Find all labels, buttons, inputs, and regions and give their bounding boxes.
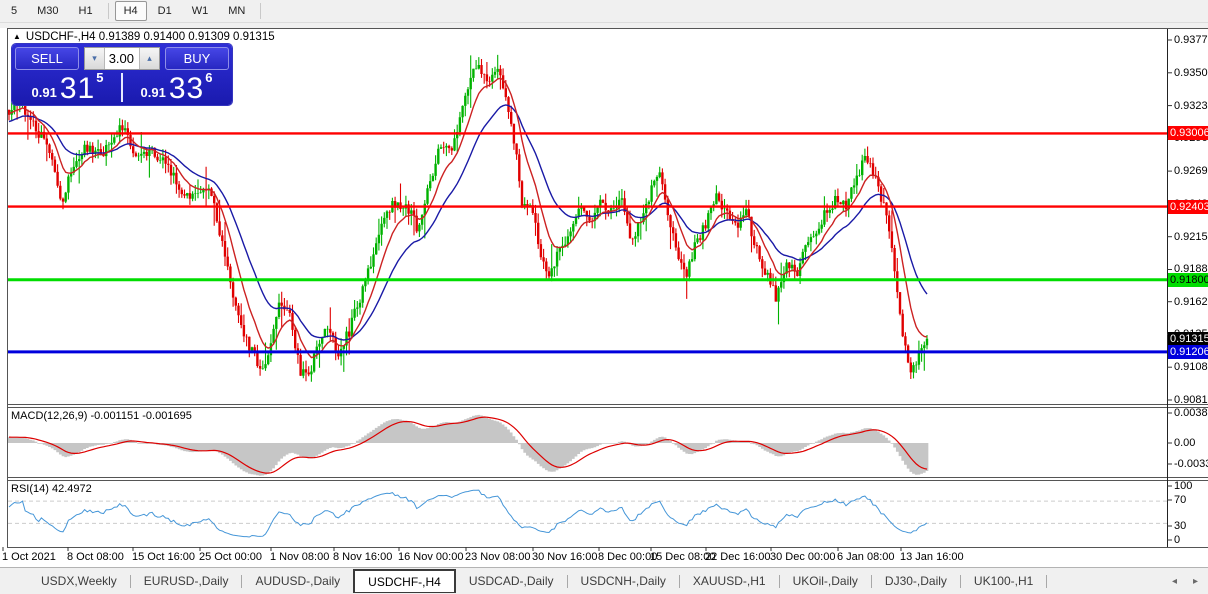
time-tick-label: 30 Dec 00:00 xyxy=(770,551,836,563)
tab-scroll-left-icon[interactable]: ◂ xyxy=(1172,576,1177,587)
time-tick-label: 8 Oct 08:00 xyxy=(67,551,124,563)
support-line-badge: 0.91800 xyxy=(1168,272,1208,287)
sell-price-display[interactable]: 0.91 31 5 xyxy=(15,70,120,105)
time-tick-label: 6 Jan 08:00 xyxy=(837,551,895,563)
macd-axis-label: 0.00 xyxy=(1174,437,1196,449)
volume-input[interactable]: 3.00 xyxy=(105,48,139,69)
rsi-axis-label: 30 xyxy=(1174,520,1187,532)
buy-price-prefix: 0.91 xyxy=(140,85,166,100)
sell-button[interactable]: SELL xyxy=(15,47,79,70)
price-divider xyxy=(121,73,123,102)
buy-button[interactable]: BUY xyxy=(165,47,229,70)
arrow-down-icon: ▾ xyxy=(92,53,97,63)
time-tick-label: 1 Nov 08:00 xyxy=(270,551,330,563)
volume-decrease-button[interactable]: ▾ xyxy=(85,48,105,69)
chart-tab-dj30-daily[interactable]: DJ30-,Daily xyxy=(872,568,960,594)
chart-tab-usdcnh-daily[interactable]: USDCNH-,Daily xyxy=(568,568,679,594)
collapse-arrow-icon[interactable]: ▲ xyxy=(13,32,21,41)
tab-scroll-right-icon[interactable]: ▸ xyxy=(1193,576,1198,587)
time-tick-label: 25 Oct 00:00 xyxy=(199,551,262,563)
price-tick-label: 0.93505 xyxy=(1174,66,1208,79)
chart-tab-audusd-daily[interactable]: AUDUSD-,Daily xyxy=(242,568,353,594)
chart-tab-bar: USDX,Weekly EURUSD-,Daily AUDUSD-,Daily USD… xyxy=(0,567,1208,594)
current-price-badge: 0.91315 xyxy=(1168,331,1208,346)
sell-price-prefix: 0.91 xyxy=(31,85,57,100)
chart-header: ▲ USDCHF-,H4 0.91389 0.91400 0.91309 0.91… xyxy=(13,31,275,43)
resistance-line-badge: 0.92403 xyxy=(1168,199,1208,214)
symbol-ohlc-title: USDCHF-,H4 0.91389 0.91400 0.91309 0.913… xyxy=(25,31,275,43)
sell-price-big: 31 xyxy=(59,72,96,105)
chart-tab-ukoil-daily[interactable]: UKOil-,Daily xyxy=(780,568,871,594)
rsi-axis-label: 70 xyxy=(1174,494,1187,506)
price-tick-label: 0.93775 xyxy=(1174,34,1208,46)
macd-axis-label: -0.0033 xyxy=(1174,458,1208,470)
buy-price-big: 33 xyxy=(168,72,205,105)
arrow-up-icon: ▴ xyxy=(147,53,152,63)
tab-scroll-arrows: ◂ ▸ xyxy=(1172,576,1198,587)
rsi-value: 42.4972 xyxy=(51,483,92,495)
chart-tab-usdchf-h4[interactable]: USDCHF-,H4 xyxy=(353,569,456,593)
macd-axis-label: 0.00382 xyxy=(1174,407,1208,419)
volume-spinner: ▾ 3.00 ▴ xyxy=(84,47,160,70)
time-tick-label: 23 Nov 08:00 xyxy=(465,551,531,563)
resistance-line-badge: 0.93006 xyxy=(1168,126,1208,141)
price-tick-label: 0.92155 xyxy=(1174,230,1208,243)
time-tick-label: 22 Dec 16:00 xyxy=(705,551,771,563)
rsi-axis-label: 0 xyxy=(1174,534,1181,546)
time-tick-label: 15 Oct 16:00 xyxy=(132,551,195,563)
time-tick-label: 8 Nov 16:00 xyxy=(333,551,393,563)
time-tick-label: 16 Nov 00:00 xyxy=(398,551,464,563)
price-tick-label: 0.93235 xyxy=(1174,99,1208,112)
support-line-badge: 0.91206 xyxy=(1168,344,1208,359)
price-tick-label: 0.91080 xyxy=(1174,361,1208,374)
rsi-indicator-label: RSI(14) 42.4972 xyxy=(11,483,92,495)
macd-values: -0.001151 -0.001695 xyxy=(90,410,192,422)
terminal-window: 5 M30 H1 H4 D1 W1 MN ▲ USDCHF-,H4 0.91389 0.914… xyxy=(0,0,1208,594)
time-tick-label: 1 Oct 2021 xyxy=(2,551,56,563)
chart-tab-usdcad-daily[interactable]: USDCAD-,Daily xyxy=(456,568,567,594)
one-click-trading-panel: SELL ▾ 3.00 ▴ BUY 0.91 31 5 0.91 33 6 xyxy=(12,44,232,105)
chart-tab-xauusd-h1[interactable]: XAUUSD-,H1 xyxy=(680,568,779,594)
price-tick-label: 0.92695 xyxy=(1174,165,1208,178)
sell-price-pip: 5 xyxy=(96,70,104,85)
price-tick-label: 0.91620 xyxy=(1174,295,1208,308)
tab-separator xyxy=(1046,574,1048,588)
buy-price-pip: 6 xyxy=(205,70,213,85)
rsi-axis-label: 100 xyxy=(1174,480,1193,492)
chart-tab-usdx-weekly[interactable]: USDX,Weekly xyxy=(28,568,130,594)
volume-increase-button[interactable]: ▴ xyxy=(139,48,159,69)
time-tick-label: 30 Nov 16:00 xyxy=(532,551,598,563)
time-tick-label: 13 Jan 16:00 xyxy=(900,551,964,563)
chart-tab-uk100-h1[interactable]: UK100-,H1 xyxy=(961,568,1046,594)
buy-price-display[interactable]: 0.91 33 6 xyxy=(124,70,229,105)
chart-tab-eurusd-daily[interactable]: EURUSD-,Daily xyxy=(131,568,242,594)
price-tick-label: 0.90810 xyxy=(1174,394,1208,406)
macd-indicator-label: MACD(12,26,9) -0.001151 -0.001695 xyxy=(11,410,192,422)
time-tick-label: 8 Dec 00:00 xyxy=(598,551,658,563)
